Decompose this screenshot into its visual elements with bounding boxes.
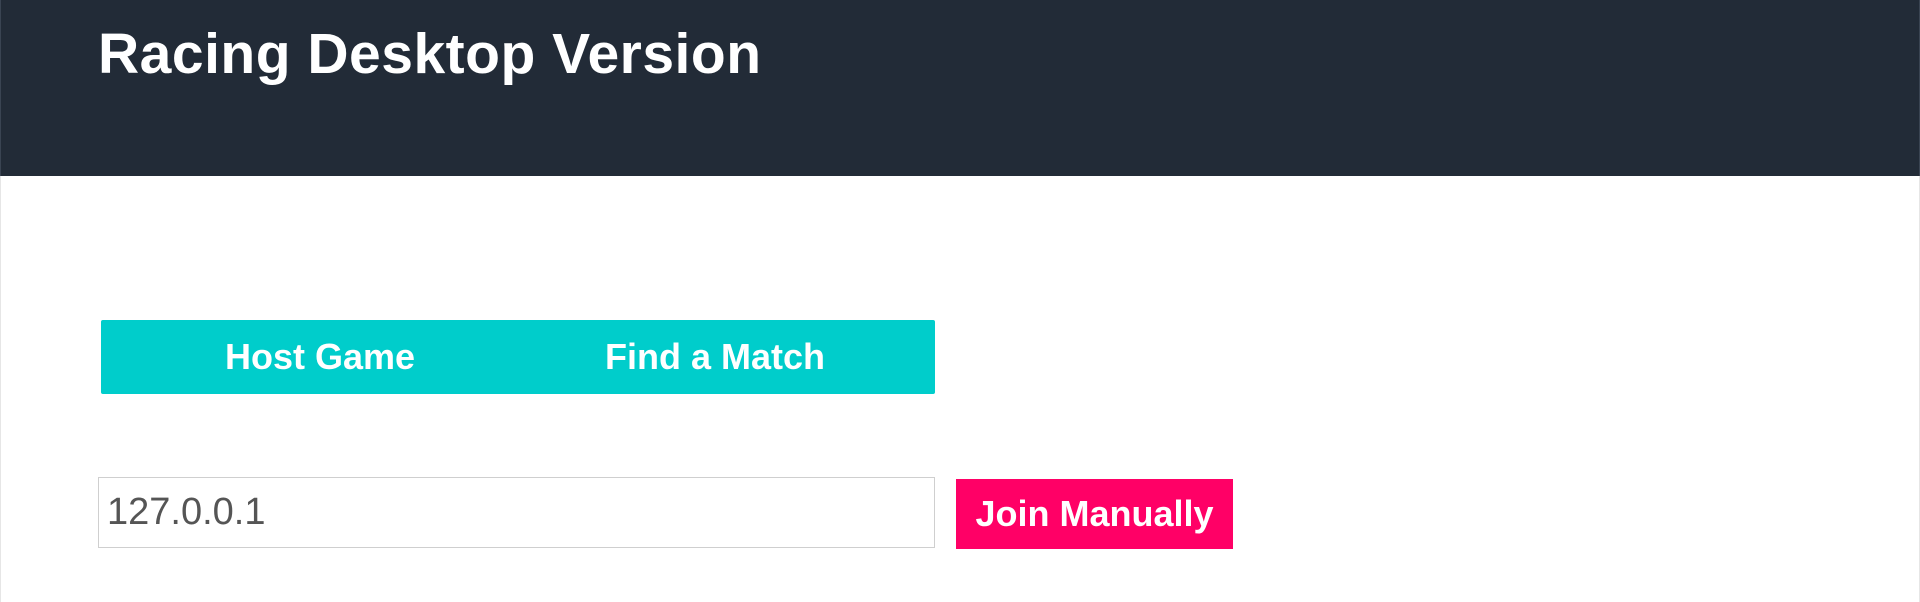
host-game-button[interactable]: Host Game [101, 320, 539, 394]
join-manually-button[interactable]: Join Manually [956, 479, 1233, 549]
game-mode-button-group: Host Game Find a Match [101, 320, 935, 394]
app-header: Racing Desktop Version [0, 0, 1920, 176]
ip-address-input[interactable] [98, 477, 935, 548]
page-title: Racing Desktop Version [98, 22, 762, 86]
find-match-button[interactable]: Find a Match [539, 320, 935, 394]
